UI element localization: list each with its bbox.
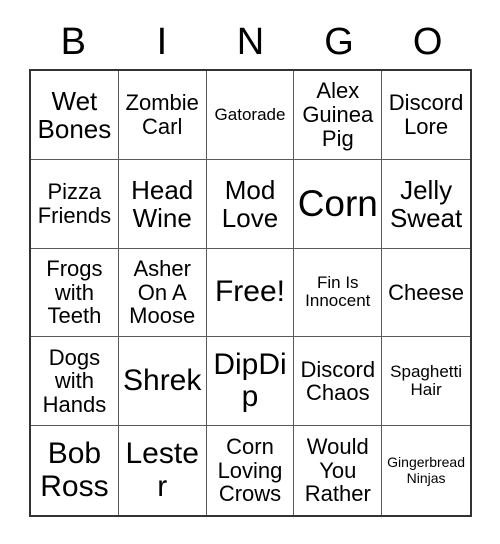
bingo-cell-label: Fin Is Innocent: [305, 273, 371, 311]
bingo-cell[interactable]: Would You Rather: [294, 426, 383, 515]
bingo-cell-label: Free!: [214, 275, 285, 309]
bingo-cell[interactable]: Pizza Friends: [31, 159, 119, 249]
bingo-cell-label: Asher On A Moose: [129, 255, 196, 329]
bingo-cell[interactable]: Dogs with Hands: [31, 337, 119, 427]
bingo-cell[interactable]: Discord Lore: [382, 71, 470, 160]
bingo-cell[interactable]: Lester: [118, 426, 207, 515]
bingo-cell[interactable]: Mod Love: [206, 159, 295, 249]
bingo-cell-label: Shrek: [123, 364, 202, 398]
bingo-cell[interactable]: DipDip: [206, 337, 295, 427]
bingo-cell-label: Gatorade: [214, 104, 286, 124]
bingo-cell-label: Corn: [297, 182, 378, 224]
bingo-header-row: B I N G O: [29, 18, 472, 66]
bingo-cell[interactable]: Shrek: [118, 337, 207, 427]
bingo-cell-label: Dogs with Hands: [42, 344, 107, 418]
bingo-header-letter-n: N: [236, 21, 265, 63]
bingo-cell[interactable]: Bob Ross: [31, 426, 119, 515]
bingo-card: B I N G O Wet Bones Zombie Carl Gatorade…: [0, 0, 500, 544]
bingo-cell[interactable]: Zombie Carl: [118, 71, 207, 160]
bingo-cell[interactable]: Discord Chaos: [294, 337, 383, 427]
bingo-cell-label: Lester: [125, 437, 199, 503]
bingo-cell-label: Mod Love: [221, 174, 279, 233]
bingo-cell[interactable]: Corn: [294, 159, 383, 249]
bingo-cell[interactable]: Wet Bones: [31, 71, 119, 160]
bingo-cell[interactable]: Gatorade: [206, 71, 295, 160]
bingo-cell-label: Bob Ross: [40, 437, 109, 503]
bingo-cell-label: Alex Guinea Pig: [302, 78, 374, 151]
bingo-cell[interactable]: Jelly Sweat: [382, 159, 470, 249]
bingo-cell-label: Discord Lore: [388, 90, 464, 139]
bingo-cell-label: Zombie Carl: [125, 90, 199, 139]
bingo-cell-label: DipDip: [213, 347, 287, 414]
bingo-header-letter-o: O: [412, 21, 443, 63]
bingo-cell[interactable]: Corn Loving Crows: [206, 426, 295, 515]
bingo-cell[interactable]: Gingerbread Ninjas: [382, 426, 470, 515]
bingo-cell[interactable]: Head Wine: [118, 159, 207, 249]
bingo-cell-label: Jelly Sweat: [389, 174, 463, 233]
bingo-cell[interactable]: Frogs with Teeth: [31, 248, 119, 338]
bingo-grid: Wet Bones Zombie Carl Gatorade Alex Guin…: [29, 69, 472, 517]
bingo-cell-label: Head Wine: [131, 174, 194, 233]
bingo-cell-label: Spaghetti Hair: [390, 361, 463, 400]
bingo-header-letter-g: G: [324, 21, 354, 63]
bingo-header-letter-i: I: [156, 21, 168, 63]
bingo-header-letter-b: B: [60, 21, 86, 63]
bingo-cell-label: Pizza Friends: [37, 178, 112, 228]
bingo-cell-label: Frogs with Teeth: [46, 255, 103, 329]
bingo-cell-label: Would You Rather: [304, 433, 371, 507]
bingo-cell[interactable]: Spaghetti Hair: [382, 337, 470, 427]
bingo-cell[interactable]: Alex Guinea Pig: [294, 71, 383, 160]
bingo-cell-label: Gingerbread Ninjas: [387, 454, 465, 486]
bingo-cell[interactable]: Asher On A Moose: [118, 248, 207, 338]
bingo-cell-label: Wet Bones: [37, 85, 112, 144]
bingo-cell[interactable]: Cheese: [382, 248, 470, 338]
bingo-cell-label: Cheese: [388, 279, 465, 305]
bingo-cell-free[interactable]: Free!: [206, 248, 295, 338]
bingo-cell-label: Discord Chaos: [300, 356, 376, 406]
bingo-cell[interactable]: Fin Is Innocent: [294, 248, 383, 338]
bingo-cell-label: Corn Loving Crows: [217, 433, 283, 507]
